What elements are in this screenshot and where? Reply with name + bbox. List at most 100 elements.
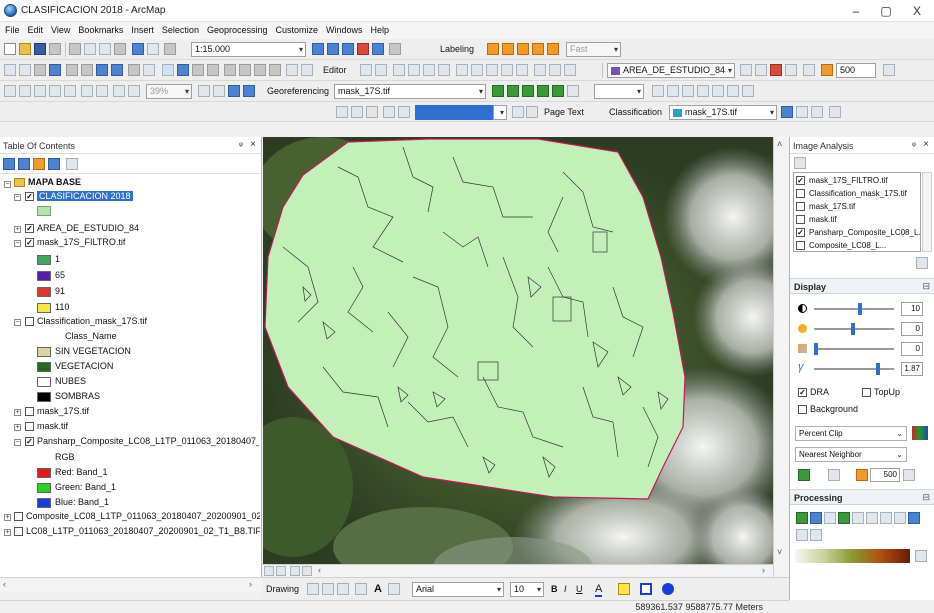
page-selector-combo[interactable] [415,105,493,120]
forward-extent-icon[interactable] [111,64,123,76]
layout-zoom-out-icon[interactable] [19,85,31,97]
marker-color-icon[interactable] [662,583,674,595]
toggle-draft-icon[interactable] [198,85,210,97]
create-features-icon[interactable] [564,64,576,76]
line-color-icon[interactable] [640,583,652,595]
image-analysis-pin-icon[interactable]: ᵠ [912,140,916,150]
find-icon[interactable] [239,64,251,76]
menu-edit[interactable]: Edit [23,22,47,35]
training-sample-manager-icon[interactable] [781,106,793,118]
new-text-icon[interactable]: A [374,583,382,595]
menu-windows[interactable]: Windows [321,22,366,35]
identify-icon[interactable] [177,64,189,76]
shift-georef-icon[interactable] [537,85,549,97]
expand-mask[interactable]: + [14,424,21,431]
brightness-value[interactable]: 0 [901,322,923,336]
bold-button[interactable]: B [551,584,558,594]
redo-icon[interactable] [147,43,159,55]
resampling-dropdown[interactable]: Nearest Neighbor ⌄ [795,447,907,462]
layout-back-icon[interactable] [81,85,93,97]
create-viewer-icon[interactable] [301,64,313,76]
classification-mask-checkbox[interactable] [25,317,34,326]
layers-icon[interactable] [366,106,378,118]
target-layer-combo[interactable]: AREA_DE_ESTUDIO_84 ▾ [607,63,735,78]
color-ramp-dropdown[interactable] [915,550,927,562]
menu-view[interactable]: View [46,22,73,35]
toc-window-icon[interactable] [327,43,339,55]
refresh-icon[interactable] [290,566,300,576]
pansharp-checkbox[interactable]: ✓ [25,437,34,446]
scale-combo[interactable]: 1:15.000 ▾ [191,42,306,57]
layout-pan-icon[interactable] [34,85,46,97]
mask17-layer[interactable]: mask_17S.tif [37,405,89,418]
expand-mask17[interactable]: + [14,409,21,416]
close-button[interactable]: X [903,2,931,20]
italic-button[interactable]: I [564,584,567,594]
edit-annotation-icon[interactable] [375,64,387,76]
draw-polygon-icon[interactable] [796,106,808,118]
gamma-slider[interactable] [814,363,894,375]
layout-zoom-combo[interactable]: 39% ▾ [146,84,192,99]
view-link-table-icon[interactable] [507,85,519,97]
layout-view-icon[interactable] [276,566,286,576]
straight-segment-icon[interactable] [393,64,405,76]
trace-icon[interactable] [423,64,435,76]
measure-icon[interactable] [224,64,236,76]
pan-icon[interactable] [34,64,46,76]
data-view-icon[interactable] [264,566,274,576]
classification-layer-combo[interactable]: mask_17S.tif ▾ [669,105,777,120]
zoom-100-icon[interactable] [64,85,76,97]
full-extent-icon[interactable] [49,64,61,76]
ia-size-spinner[interactable] [903,469,915,481]
focus-data-frame-icon[interactable] [213,85,225,97]
stretch-type-dropdown[interactable]: Percent Clip ⌄ [795,426,907,441]
ia-size-value[interactable]: 500 [870,468,900,482]
georef-layer-combo[interactable]: mask_17S.tif ▾ [334,84,486,99]
edit-vertices-icon[interactable] [456,64,468,76]
first-page-icon[interactable] [383,106,395,118]
differencing-icon[interactable] [810,529,822,541]
layout-forward-icon[interactable] [96,85,108,97]
raster-fill-icon[interactable] [712,85,724,97]
pansharpen-icon[interactable] [894,512,906,524]
rotate-georef-icon[interactable] [522,85,534,97]
html-popup-icon[interactable] [207,64,219,76]
label-priority-icon[interactable] [502,43,514,55]
ia-list-scrollbar[interactable] [922,172,932,252]
lock-labels-icon[interactable] [532,43,544,55]
dra-checkbox[interactable]: ✓ [798,388,807,397]
display-section-header[interactable]: Display ⊟ [790,278,934,294]
topup-checkbox[interactable] [862,388,871,397]
paste-icon[interactable] [99,43,111,55]
expand-clasificacion[interactable]: − [14,194,21,201]
scroll-up-icon[interactable]: ˄ [777,139,782,149]
menu-geoprocessing[interactable]: Geoprocessing [202,22,271,35]
gamma-value[interactable]: 1.87 [901,362,923,376]
font-size-combo[interactable]: 10 ▾ [510,582,544,597]
map-scroll-left-icon[interactable]: ‹ [318,565,321,575]
scroll-down-icon[interactable]: ˅ [777,547,782,557]
rectangle-icon[interactable] [355,583,367,595]
expand-classification-mask[interactable]: − [14,319,21,326]
underline-button[interactable]: U [576,584,583,594]
change-layout-icon[interactable] [228,85,240,97]
raster-table-icon[interactable] [742,85,754,97]
transparency-slider-thumb[interactable] [814,343,818,355]
list-by-visibility-icon[interactable] [33,158,45,170]
mosaic-icon[interactable] [796,529,808,541]
pause-labeling-icon[interactable] [547,43,559,55]
lc08-layer[interactable]: LC08_L1TP_011063_20180407_20200901_02_T1… [26,525,260,538]
map-scroll-right-icon[interactable]: › [762,565,765,575]
hyperlink-icon[interactable] [192,64,204,76]
contrast-slider-thumb[interactable] [858,303,862,315]
callout-icon[interactable] [388,583,400,595]
list-by-source-icon[interactable] [18,158,30,170]
drawing-menu[interactable]: Drawing [266,584,299,594]
data-driven-pages-icon[interactable] [243,85,255,97]
last-page-icon[interactable] [526,106,538,118]
go-to-xy-icon[interactable] [269,64,281,76]
cut-polygons-icon[interactable] [486,64,498,76]
expand-mapa-base[interactable]: − [4,181,11,188]
expand-lc08[interactable]: + [4,529,11,536]
list-by-drawing-order-icon[interactable] [3,158,15,170]
